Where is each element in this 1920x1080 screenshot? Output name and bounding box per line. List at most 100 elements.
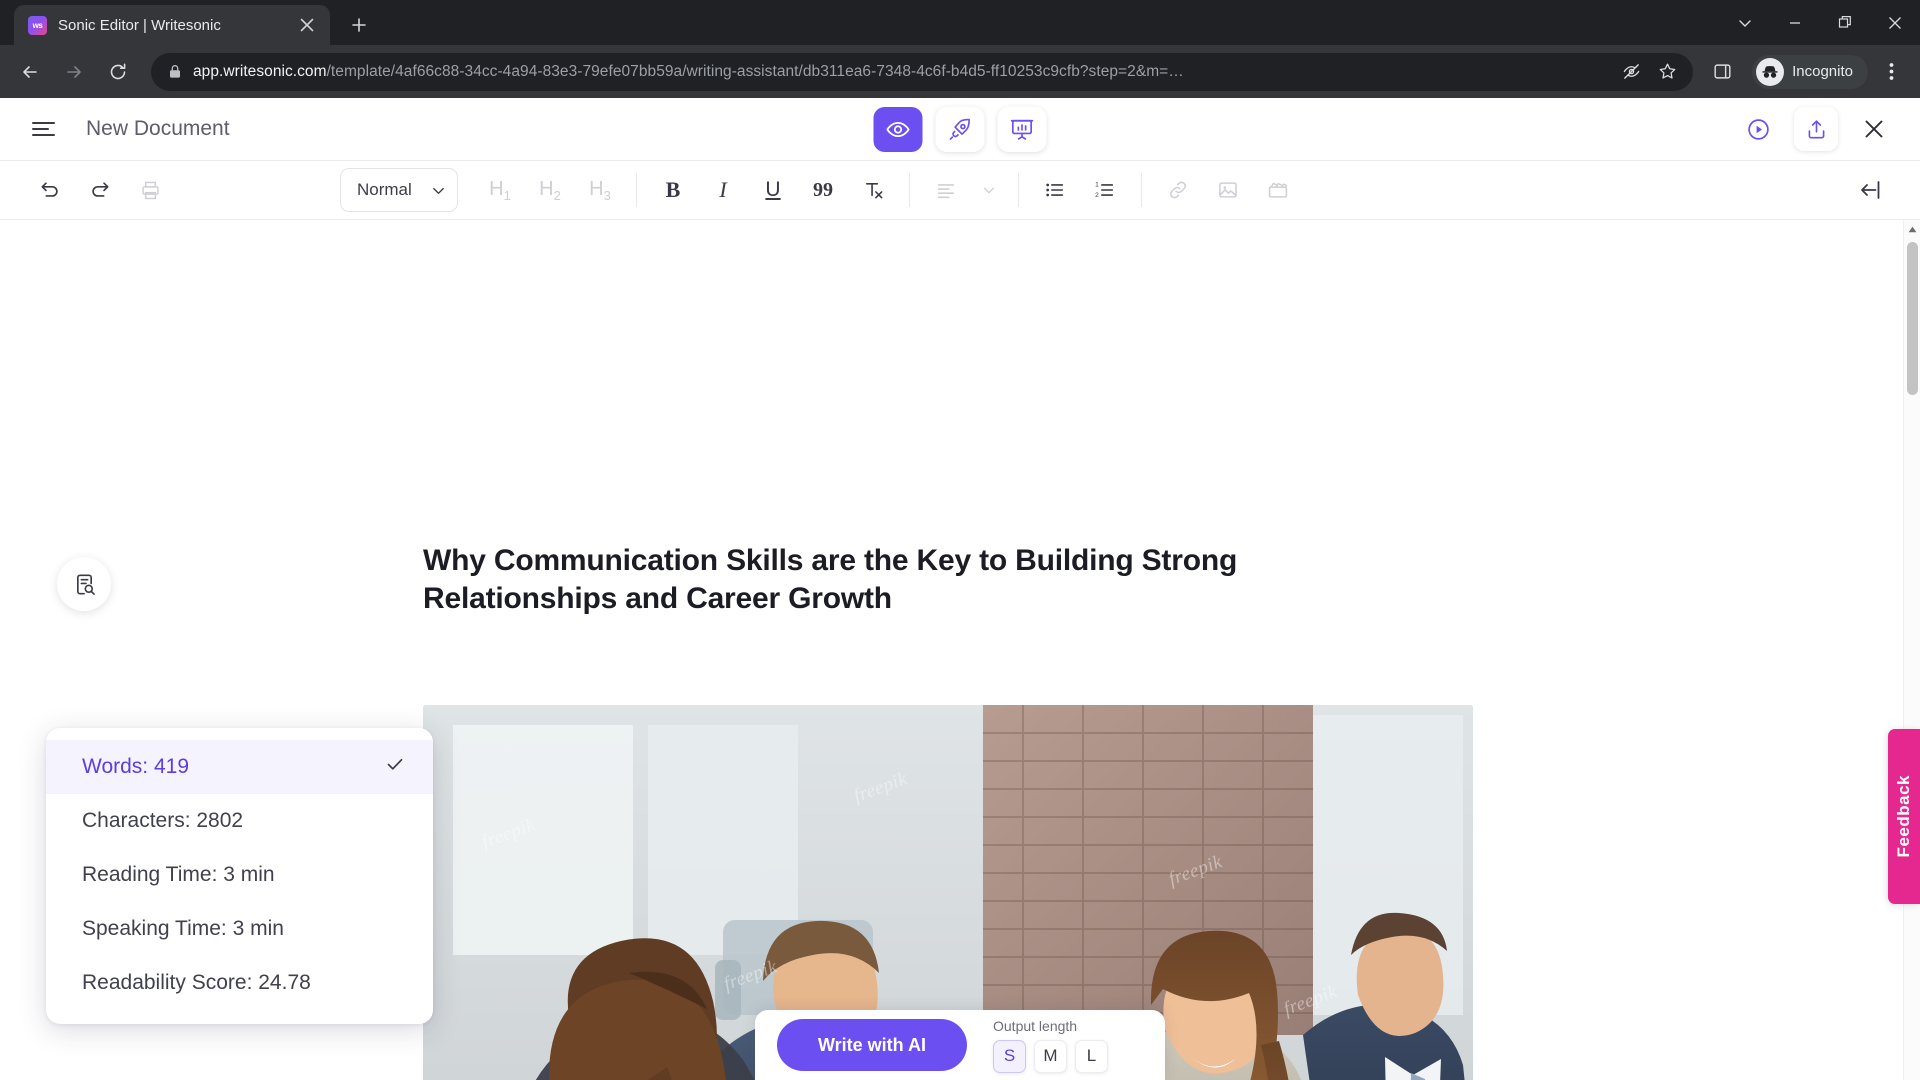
url-text: app.writesonic.com/template/4af66c88-34c… xyxy=(193,63,1605,81)
output-length-group: Output length S M L xyxy=(993,1018,1108,1073)
feedback-label: Feedback xyxy=(1894,775,1913,858)
bullet-list-icon[interactable] xyxy=(1035,170,1075,210)
stat-item-speaking-time[interactable]: Speaking Time: 3 min xyxy=(46,902,433,956)
close-editor-icon[interactable] xyxy=(1852,107,1896,151)
ai-action-bar: Write with AI Output length S M L xyxy=(755,1010,1165,1080)
undo-icon[interactable] xyxy=(30,170,70,210)
heading-1-button[interactable]: H1 xyxy=(480,178,520,203)
url-path: /template/4af66c88-34cc-4a94-83e3-79efe0… xyxy=(326,62,1184,80)
incognito-profile-button[interactable]: Incognito xyxy=(1752,54,1868,89)
h2-sub: 2 xyxy=(553,187,561,203)
url-domain: app.writesonic.com xyxy=(193,62,327,80)
toolbar-divider xyxy=(636,173,637,207)
svg-text:1: 1 xyxy=(1095,182,1099,189)
close-window-button[interactable] xyxy=(1870,0,1920,45)
format-group: B I U 99 xyxy=(653,170,893,210)
heading-2-button[interactable]: H2 xyxy=(530,178,570,203)
stat-label: Readability Score: 24.78 xyxy=(82,971,311,994)
feedback-tab[interactable]: Feedback xyxy=(1888,729,1920,904)
stat-label: Speaking Time: 3 min xyxy=(82,917,284,940)
h3-sub: 3 xyxy=(603,187,611,203)
plus-icon xyxy=(352,18,366,32)
list-group: 12 xyxy=(1035,170,1125,210)
play-circle-icon[interactable] xyxy=(1736,107,1780,151)
output-length-s[interactable]: S xyxy=(993,1039,1026,1073)
blockquote-button[interactable]: 99 xyxy=(803,170,843,210)
italic-button[interactable]: I xyxy=(703,170,743,210)
stat-item-readability[interactable]: Readability Score: 24.78 xyxy=(46,956,433,1010)
maximize-button[interactable] xyxy=(1820,0,1870,45)
image-icon[interactable] xyxy=(1208,170,1248,210)
browser-tab[interactable]: ws Sonic Editor | Writesonic xyxy=(14,5,330,45)
svg-text:2: 2 xyxy=(1095,192,1099,199)
editor-toolbar: Normal H1 H2 H3 B I U 99 1 2 xyxy=(0,160,1920,220)
toolbar-divider-3 xyxy=(1018,173,1019,207)
stat-item-words[interactable]: Words: 419 xyxy=(46,740,433,794)
close-icon[interactable] xyxy=(294,12,320,38)
writesonic-app: New Document Normal H1 H2 H3 B I U 99 1 … xyxy=(0,98,1920,1080)
hamburger-menu-icon[interactable] xyxy=(24,110,62,148)
video-icon[interactable] xyxy=(1258,170,1298,210)
document-search-icon[interactable] xyxy=(57,557,111,611)
browser-window: ws Sonic Editor | Writesonic app.writeso… xyxy=(0,0,1920,1080)
tab-title: Sonic Editor | Writesonic xyxy=(58,16,221,34)
paragraph-style-select[interactable]: Normal xyxy=(340,168,458,212)
history-group xyxy=(30,170,170,210)
bold-button[interactable]: B xyxy=(653,170,693,210)
analytics-presentation-button[interactable] xyxy=(997,106,1047,152)
output-length-options: S M L xyxy=(993,1039,1108,1073)
app-header: New Document xyxy=(0,98,1920,160)
star-icon[interactable] xyxy=(1652,56,1683,87)
clear-format-button[interactable] xyxy=(853,170,893,210)
back-arrow-icon[interactable] xyxy=(10,52,50,92)
heading-3-button[interactable]: H3 xyxy=(580,178,620,203)
chevron-down-icon xyxy=(1739,19,1751,27)
document-heading[interactable]: Why Communication Skills are the Key to … xyxy=(423,542,1408,617)
collapse-panel-icon[interactable] xyxy=(1850,170,1890,210)
side-panel-icon[interactable] xyxy=(1702,52,1742,92)
check-icon xyxy=(385,754,405,780)
forward-arrow-icon[interactable] xyxy=(54,52,94,92)
incognito-icon xyxy=(1756,57,1785,86)
tab-search-button[interactable] xyxy=(1720,0,1770,45)
preview-eye-button[interactable] xyxy=(873,106,923,152)
toolbar-divider-2 xyxy=(909,173,910,207)
tab-strip: ws Sonic Editor | Writesonic xyxy=(0,0,1920,45)
scrollbar-thumb[interactable] xyxy=(1907,242,1918,395)
print-icon[interactable] xyxy=(130,170,170,210)
toolbar-right xyxy=(1850,170,1890,210)
chevron-down-icon xyxy=(433,187,444,194)
window-controls xyxy=(1720,0,1920,45)
three-dot-menu-icon[interactable] xyxy=(1872,53,1910,91)
eye-off-icon[interactable] xyxy=(1616,56,1647,87)
stats-popup: Words: 419 Characters: 2802 Reading Time… xyxy=(46,728,433,1024)
h1-sub: 1 xyxy=(503,187,511,203)
numbered-list-icon[interactable]: 12 xyxy=(1085,170,1125,210)
redo-icon[interactable] xyxy=(80,170,120,210)
new-tab-button[interactable] xyxy=(342,8,376,42)
align-chevron-down-icon[interactable] xyxy=(976,170,1002,210)
vertical-scrollbar[interactable] xyxy=(1903,220,1920,1080)
underline-button[interactable]: U xyxy=(753,170,793,210)
output-length-m[interactable]: M xyxy=(1034,1039,1067,1073)
align-left-icon[interactable] xyxy=(926,170,966,210)
share-upload-icon[interactable] xyxy=(1794,107,1838,151)
align-group xyxy=(926,170,1002,210)
close-icon xyxy=(1889,16,1901,29)
address-bar[interactable]: app.writesonic.com/template/4af66c88-34c… xyxy=(151,52,1694,91)
output-length-l[interactable]: L xyxy=(1075,1039,1108,1073)
favicon-label: ws xyxy=(32,20,43,30)
output-length-label: Output length xyxy=(993,1017,1078,1034)
boost-rocket-button[interactable] xyxy=(935,106,985,152)
scroll-up-arrow-icon[interactable] xyxy=(1904,220,1920,238)
stat-item-characters[interactable]: Characters: 2802 xyxy=(46,794,433,848)
stat-item-reading-time[interactable]: Reading Time: 3 min xyxy=(46,848,433,902)
writesonic-logo-icon: ws xyxy=(28,15,47,35)
minimize-button[interactable] xyxy=(1770,0,1820,45)
reload-icon[interactable] xyxy=(98,52,138,92)
write-with-ai-button[interactable]: Write with AI xyxy=(777,1019,967,1071)
rocket-icon xyxy=(949,118,970,140)
eye-icon xyxy=(886,121,910,137)
link-icon[interactable] xyxy=(1158,170,1198,210)
restore-icon xyxy=(1838,16,1851,28)
